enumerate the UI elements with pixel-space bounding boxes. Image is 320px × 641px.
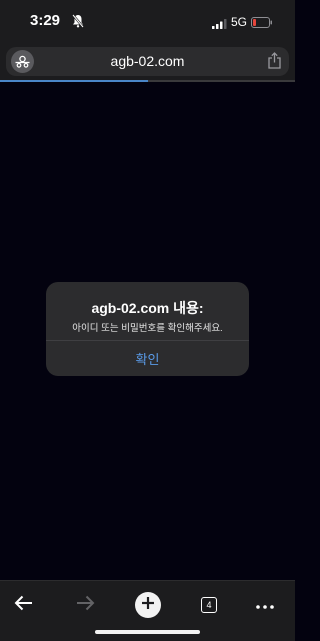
forward-button[interactable] — [67, 587, 103, 623]
status-bar: 3:29 5G — [0, 0, 295, 44]
battery-icon — [251, 15, 273, 33]
dialog-title: agb-02.com 내용: — [91, 300, 204, 316]
signal-icon — [212, 16, 228, 34]
back-arrow-icon — [14, 595, 34, 616]
confirm-button[interactable]: 확인 — [46, 341, 249, 376]
status-time: 3:29 — [30, 12, 61, 29]
back-button[interactable] — [6, 587, 42, 623]
more-button[interactable] — [247, 587, 283, 623]
address-area: agb-02.com — [0, 44, 295, 80]
dialog-message: 아이디 또는 비밀번호를 확인해주세요. — [72, 323, 223, 334]
alert-dialog: agb-02.com 내용: 아이디 또는 비밀번호를 확인해주세요. 확인 — [46, 282, 249, 376]
address-bar[interactable]: agb-02.com — [6, 47, 289, 76]
home-indicator[interactable] — [95, 630, 200, 634]
bell-slash-icon — [72, 14, 84, 33]
tabs-button[interactable]: 4 — [191, 587, 227, 623]
new-tab-button[interactable] — [135, 592, 161, 618]
url-text[interactable]: agb-02.com — [6, 53, 289, 69]
tabs-icon: 4 — [201, 597, 217, 613]
share-icon[interactable] — [268, 52, 281, 74]
plus-icon — [141, 596, 155, 615]
forward-arrow-icon — [75, 595, 95, 616]
network-type: 5G — [231, 15, 248, 29]
more-icon — [256, 596, 274, 614]
